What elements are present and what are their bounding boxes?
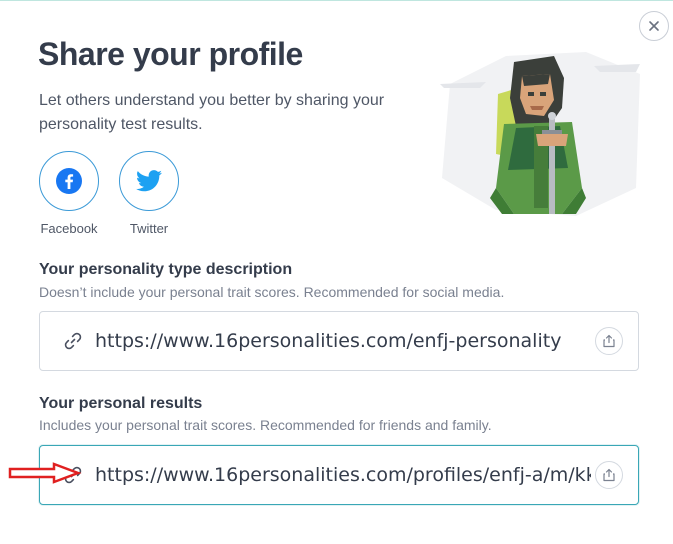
- personal-results-url-field[interactable]: https://www.16personalities.com/profiles…: [39, 445, 639, 505]
- facebook-icon: [56, 168, 82, 194]
- red-arrow-icon: [8, 462, 82, 484]
- facebook-label: Facebook: [40, 221, 98, 236]
- facebook-share: Facebook: [29, 151, 109, 236]
- type-description-url[interactable]: https://www.16personalities.com/enfj-per…: [95, 330, 591, 352]
- personal-results-share-button[interactable]: [595, 461, 623, 489]
- twitter-icon: [136, 170, 162, 192]
- type-description-desc: Doesn’t include your personal trait scor…: [39, 284, 505, 300]
- twitter-label: Twitter: [129, 221, 169, 236]
- close-button[interactable]: [639, 11, 669, 41]
- personal-results-url[interactable]: https://www.16personalities.com/profiles…: [95, 464, 591, 486]
- modal-title: Share your profile: [38, 36, 303, 72]
- type-description-title: Your personality type description: [39, 261, 293, 278]
- share-profile-modal: Share your profile Let others understand…: [0, 0, 673, 544]
- personal-results-title: Your personal results: [39, 395, 203, 412]
- modal-top-border: [0, 0, 673, 1]
- twitter-share-button[interactable]: [119, 151, 179, 211]
- link-icon: [64, 332, 82, 350]
- close-icon: [649, 21, 659, 31]
- personal-results-desc: Includes your personal trait scores. Rec…: [39, 417, 492, 433]
- type-description-url-field[interactable]: https://www.16personalities.com/enfj-per…: [39, 311, 639, 371]
- twitter-share: Twitter: [109, 151, 189, 236]
- advocate-character-illustration: [440, 52, 640, 216]
- facebook-share-button[interactable]: [39, 151, 99, 211]
- type-description-share-button[interactable]: [595, 327, 623, 355]
- share-icon: [603, 468, 615, 482]
- modal-subtitle: Let others understand you better by shar…: [39, 92, 385, 133]
- share-icon: [603, 334, 615, 348]
